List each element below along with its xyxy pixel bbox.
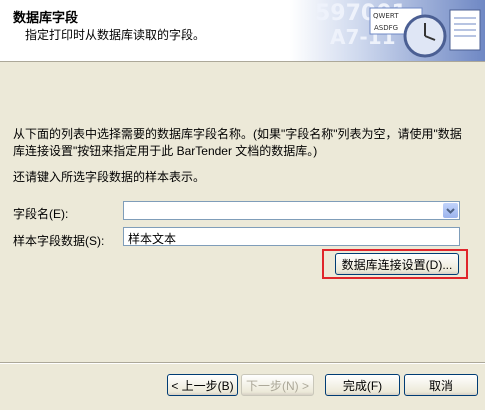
back-button[interactable]: < 上一步(B) [167,374,238,396]
field-name-label: 字段名(E): [13,207,69,221]
svg-text:ASDFG: ASDFG [374,24,398,32]
page-subtitle: 指定打印时从数据库读取的字段。 [25,28,206,42]
document-graphic [449,9,481,51]
cancel-button[interactable]: 取消 [404,374,478,396]
sample-data-input[interactable]: 样本文本 [123,227,460,246]
header-graphic: 597001 A7-11 QWERT ASDFG [290,0,485,61]
clock-icon [403,14,447,58]
finish-button[interactable]: 完成(F) [325,374,400,396]
footer-separator [0,362,485,364]
svg-text:QWERT: QWERT [373,12,399,20]
sample-instruction: 还请键入所选字段数据的样本表示。 [13,170,206,184]
field-name-combobox[interactable] [123,201,460,220]
wizard-dialog: 数据库字段 指定打印时从数据库读取的字段。 597001 A7-11 QWERT… [0,0,485,410]
instruction-text: 从下面的列表中选择需要的数据库字段名称。(如果"字段名称"列表为空，请使用"数据… [13,127,462,158]
sample-data-value: 样本文本 [128,232,177,246]
page-title: 数据库字段 [13,10,79,25]
sample-data-label: 样本字段数据(S): [13,234,105,248]
wizard-header: 数据库字段 指定打印时从数据库读取的字段。 597001 A7-11 QWERT… [0,0,485,62]
highlight-box [322,249,468,279]
chevron-down-icon[interactable] [443,203,458,218]
next-button[interactable]: 下一步(N) > [241,374,314,396]
